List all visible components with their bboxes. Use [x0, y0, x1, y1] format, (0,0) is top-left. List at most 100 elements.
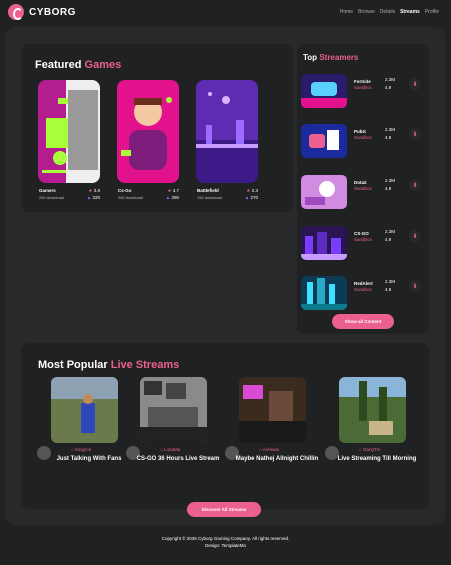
streamer-rating: 4.9: [385, 287, 392, 292]
game-download-count: ▲ 290: [166, 195, 179, 200]
streamer-rating: 4.9: [385, 186, 392, 191]
top-streamers-title-accent: Streamers: [319, 53, 359, 62]
streamer-item[interactable]: Fortnite Sandbox 2.3M 4.9 ⬇: [301, 74, 425, 110]
stream-user: ⌂ GangTm: [359, 447, 381, 452]
star-icon: ★: [88, 188, 93, 193]
live-streams-panel: Most Popular Live Streams ⌂ Kingson Just…: [21, 343, 429, 509]
stream-user: ⌂ Areluwa: [259, 447, 279, 452]
streamer-views: 2.3M: [385, 178, 396, 183]
streamer-thumbnail: [301, 226, 347, 260]
page-container: Featured Games Gamers 260 download ★ 3.8…: [5, 27, 445, 525]
nav-streams[interactable]: Streams: [400, 9, 420, 15]
featured-title-accent: Games: [84, 59, 122, 71]
download-icon[interactable]: ⬇: [409, 78, 421, 90]
streamer-name: Dota2: [354, 180, 367, 185]
streamer-views: 2.3M: [385, 77, 396, 82]
stream-thumbnail: [51, 377, 118, 443]
brand-name: CYBORG: [29, 6, 76, 18]
game-download-count: ▲ 270: [245, 195, 258, 200]
game-card[interactable]: Battlefield 150 download ★ 2.3 ▲ 270: [196, 80, 258, 200]
featured-games-panel: Featured Games Gamers 260 download ★ 3.8…: [21, 44, 293, 212]
streamer-thumbnail: [301, 74, 347, 108]
stream-title: Maybe Nathej Allnight Chillin: [235, 456, 319, 462]
footer-design-credit: Design: TemplateMo: [205, 543, 246, 548]
game-downloads: 260 download: [118, 195, 143, 200]
game-download-count-value: 270: [250, 195, 258, 200]
game-name: Cs-Go: [118, 188, 132, 193]
stream-username: Areluwa: [262, 447, 279, 452]
show-all-content-button[interactable]: Show all Content: [332, 314, 394, 329]
top-bar: CYBORG Home Browse Details Streams Profi…: [0, 0, 451, 26]
streamer-thumbnail: [301, 276, 347, 310]
game-image: [38, 80, 100, 183]
game-rating: ★ 2.3: [246, 188, 258, 194]
nav-browse[interactable]: Browse: [358, 9, 375, 15]
live-title-accent: Live Streams: [110, 359, 180, 371]
discover-all-streams-button[interactable]: Discover All Streams: [187, 502, 261, 517]
stream-username: LunaMa: [163, 447, 181, 452]
nav-home[interactable]: Home: [340, 9, 353, 15]
stream-username: Kingson: [74, 447, 92, 452]
streamer-views: 2.3M: [385, 127, 396, 132]
game-download-count-value: 290: [171, 195, 179, 200]
streamer-item[interactable]: CS-GO Sandbox 2.3M 4.9 ⬇: [301, 226, 425, 262]
stream-title: Just Talking With Fans: [56, 456, 122, 462]
download-icon: ▲: [165, 195, 171, 200]
game-downloads: 150 download: [197, 195, 222, 200]
streamer-icon: ⌂: [259, 447, 262, 452]
game-download-count: ▲ 220: [87, 195, 100, 200]
download-icon: ▲: [244, 195, 250, 200]
streamer-category: Sandbox: [354, 287, 372, 292]
game-card[interactable]: Cs-Go 260 download ★ 3.7 ▲ 290: [117, 80, 179, 200]
stream-user: ⌂ LunaMa: [160, 447, 180, 452]
streamer-category: Sandbox: [354, 186, 372, 191]
game-name: Gamers: [39, 188, 56, 193]
download-icon[interactable]: ⬇: [409, 230, 421, 242]
streamer-item[interactable]: RedAlert Sandbox 2.3M 4.9 ⬇: [301, 276, 425, 312]
logo[interactable]: CYBORG: [8, 4, 76, 20]
streamer-category: Sandbox: [354, 85, 372, 90]
featured-title: Featured Games: [35, 59, 121, 71]
top-streamers-title-plain: Top: [303, 53, 318, 62]
game-image: [117, 80, 179, 183]
streamer-name: RedAlert: [354, 281, 373, 286]
game-rating: ★ 3.7: [167, 188, 179, 194]
star-icon: ★: [167, 188, 172, 193]
game-rating-value: 3.7: [172, 188, 179, 193]
streamer-rating: 4.9: [385, 135, 392, 140]
streamer-category: Sandbox: [354, 135, 372, 140]
download-icon[interactable]: ⬇: [409, 280, 421, 292]
featured-title-plain: Featured: [35, 59, 82, 71]
game-download-count-value: 220: [92, 195, 100, 200]
nav-profile[interactable]: Profile: [425, 9, 439, 15]
streamer-icon: ⌂: [160, 447, 163, 452]
stream-thumbnail: [239, 377, 306, 443]
download-icon[interactable]: ⬇: [409, 179, 421, 191]
streamer-item[interactable]: Dota2 Sandbox 2.3M 4.9 ⬇: [301, 175, 425, 211]
footer-copyright: Copyright © 2036 Cyborg Gaming Company. …: [161, 536, 290, 541]
game-image: [196, 80, 258, 183]
streamer-thumbnail: [301, 175, 347, 209]
streamer-category: Sandbox: [354, 237, 372, 242]
streamer-icon: ⌂: [359, 447, 362, 452]
cyborg-logo-icon: [8, 4, 24, 20]
streamer-name: CS-GO: [354, 231, 369, 236]
streamer-name: Fortnite: [354, 79, 371, 84]
top-streamers-title: Top Streamers: [303, 53, 358, 62]
top-streamers-panel: Top Streamers Fortnite Sandbox 2.3M 4.9 …: [297, 44, 429, 334]
nav-details[interactable]: Details: [380, 9, 395, 15]
streamer-icon: ⌂: [71, 447, 74, 452]
streamer-thumbnail: [301, 124, 347, 158]
download-icon[interactable]: ⬇: [409, 128, 421, 140]
streamer-item[interactable]: PubG Sandbox 2.3M 4.9 ⬇: [301, 124, 425, 160]
game-rating: ★ 3.8: [88, 188, 100, 194]
live-title-plain: Most Popular: [38, 359, 108, 371]
star-icon: ★: [246, 188, 251, 193]
download-icon: ▲: [86, 195, 92, 200]
stream-title: Live Streaming Till Morning: [337, 456, 417, 462]
streamer-views: 2.3M: [385, 279, 396, 284]
game-name: Battlefield: [197, 188, 219, 193]
game-card[interactable]: Gamers 260 download ★ 3.8 ▲ 220: [38, 80, 100, 200]
streamer-views: 2.3M: [385, 229, 396, 234]
stream-user: ⌂ Kingson: [71, 447, 91, 452]
